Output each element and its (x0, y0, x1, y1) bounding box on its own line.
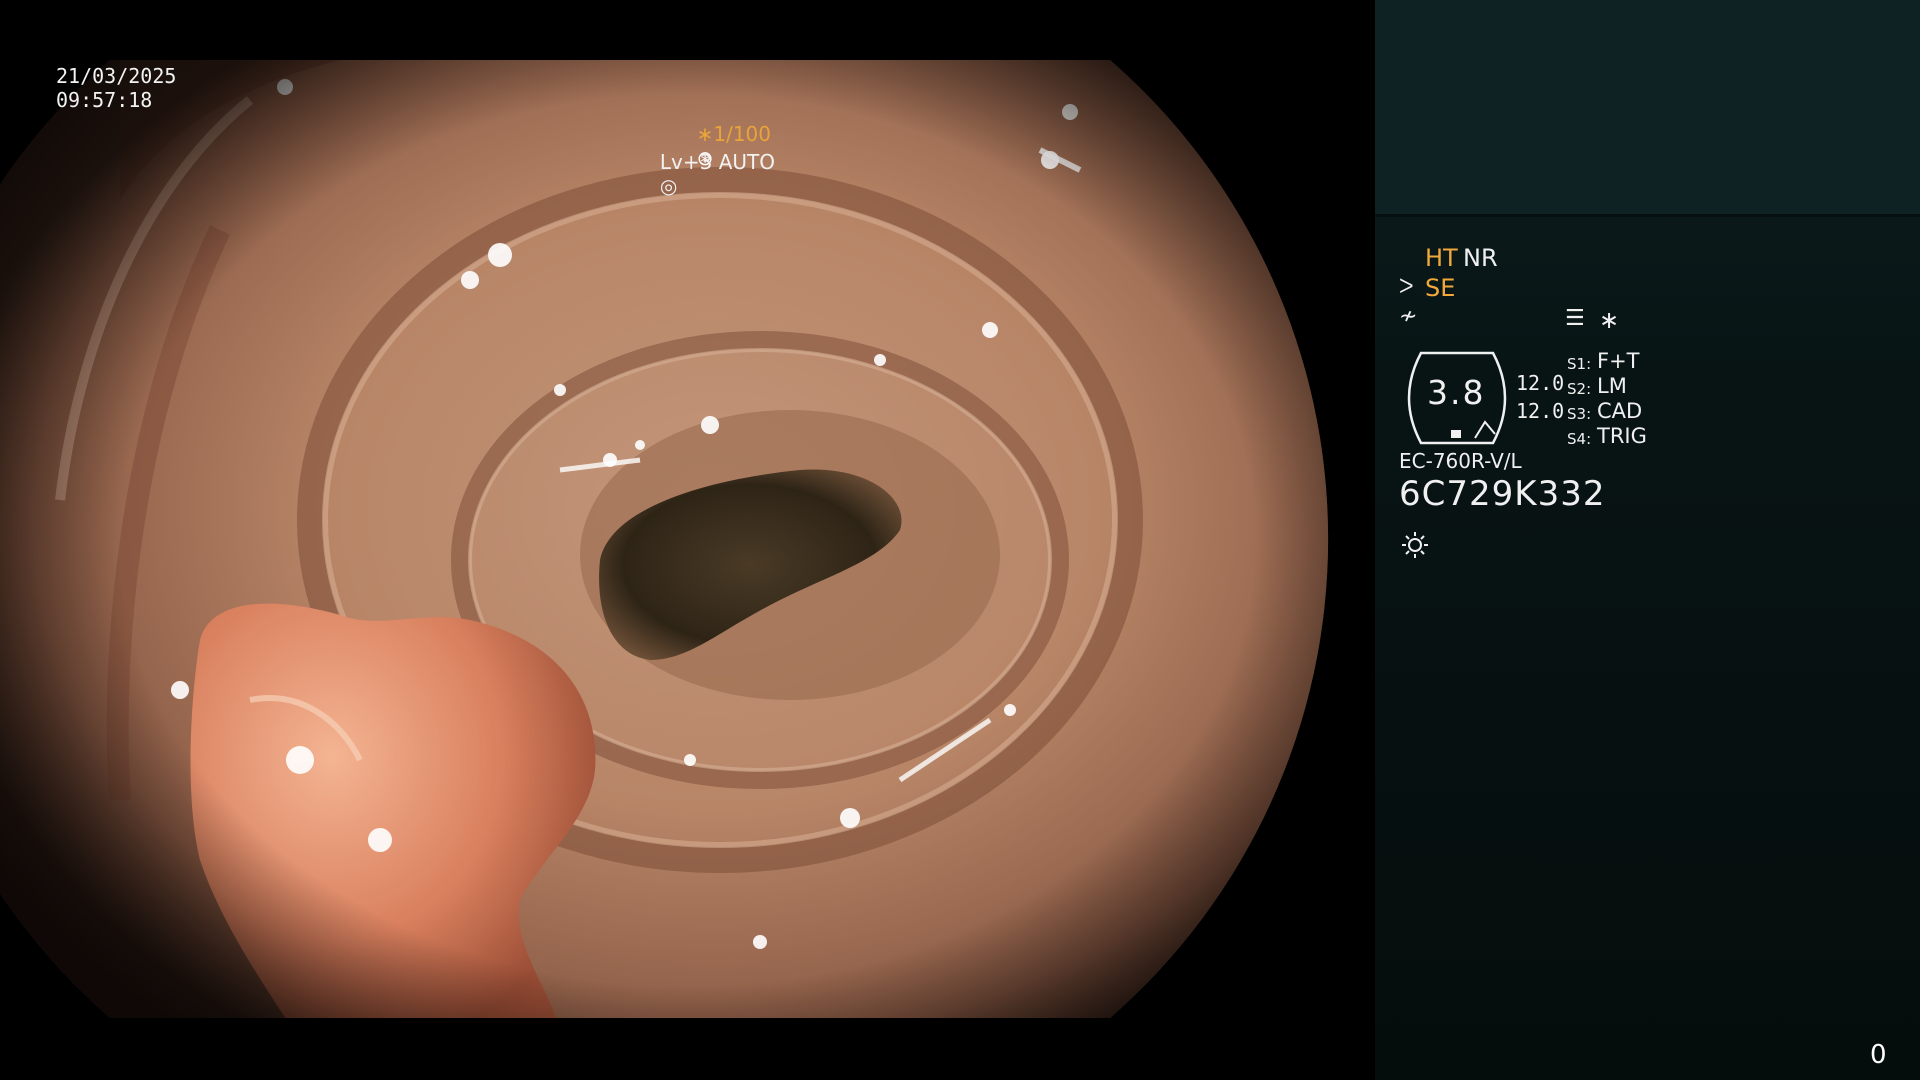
enhancement-icon: ᐳ (1399, 274, 1414, 298)
switch-3-label: S3: (1567, 405, 1592, 423)
brightness-level: Lv+3 AUTO (659, 150, 775, 174)
gauge-value: 3.8 (1427, 373, 1486, 412)
gauge-line-1: 12.0 (1516, 371, 1565, 395)
light-icon (1402, 532, 1428, 558)
switch-2-label: S2: (1567, 380, 1592, 398)
image-counter: 0 (1870, 1040, 1887, 1070)
mode-ht: HT (1425, 244, 1458, 272)
switch-2-value: LM (1597, 374, 1627, 398)
switch-4-value: TRIG (1597, 424, 1647, 448)
switch-3-value: CAD (1597, 399, 1643, 423)
star-icon: ∗ (1599, 306, 1620, 334)
panel-header-area (1375, 0, 1920, 216)
menu-icon: ☰ (1565, 306, 1585, 331)
scope-model: EC-760R-V/L (1399, 449, 1522, 473)
switch-1-value: F+T (1597, 349, 1640, 373)
exam-date: 21/03/2025 (56, 64, 177, 88)
scope-serial-number: 6C729K332 (1399, 474, 1606, 514)
switch-1-label: S1: (1567, 355, 1592, 373)
auto-iris-icon: ◎ (659, 174, 678, 198)
mode-se: SE (1425, 274, 1456, 302)
gauge-line-2: 12.0 (1516, 399, 1565, 423)
mode-nr: NR (1463, 244, 1498, 272)
panel-divider (1375, 214, 1920, 217)
structure-icon: ≁ (1399, 304, 1418, 329)
endoscope-image-view: 21/03/2025 09:57:18 ∗1/100 ⊛ Lv+3 AUTO ◎ (0, 0, 1375, 1080)
brightness-level-indicator: Lv+3 AUTO ◎ (634, 126, 775, 222)
switch-4-label: S4: (1567, 430, 1592, 448)
exam-time: 09:57:18 (56, 88, 153, 112)
info-panel: HT NR ᐳ SE ≁ ☰ ∗ 3.8 12.0 12.0 S1: F+T S… (1375, 0, 1920, 1080)
